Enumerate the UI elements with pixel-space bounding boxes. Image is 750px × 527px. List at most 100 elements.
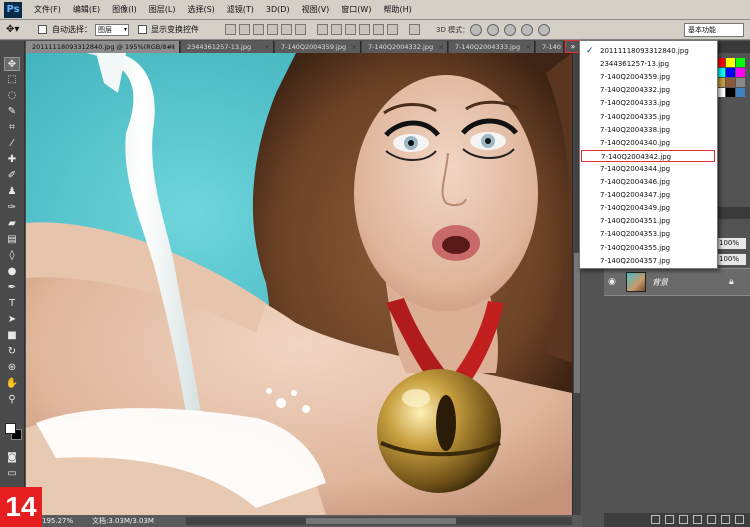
menu-item[interactable]: 图层(L)	[143, 0, 182, 20]
3d-slide-icon[interactable]	[521, 24, 533, 36]
document-list-item[interactable]: 7-140Q2004351.jpg	[600, 215, 714, 227]
layer-mask-icon[interactable]	[679, 515, 688, 524]
document-list-item[interactable]: 7-140Q2004338.jpg	[600, 124, 714, 136]
screen-mode-icon[interactable]: ▭	[4, 467, 20, 481]
eye-icon[interactable]: ◉	[608, 276, 620, 288]
swatch-black[interactable]	[726, 88, 735, 97]
menu-item[interactable]: 图像(I)	[106, 0, 143, 20]
document-list-item[interactable]: 7-140Q2004333.jpg	[600, 97, 714, 109]
tab-document-6[interactable]: 7-140	[536, 41, 564, 53]
document-list-item[interactable]: 7-140Q2004346.jpg	[600, 176, 714, 188]
distribute-bottom-icon[interactable]	[345, 24, 356, 35]
align-bottom-icon[interactable]	[253, 24, 264, 35]
document-list-item[interactable]: 7-140Q2004342.jpg	[581, 149, 715, 162]
pen-tool-icon[interactable]: ✒	[4, 281, 20, 295]
close-icon[interactable]: ×	[352, 41, 357, 53]
document-list-item[interactable]: 7-140Q2004353.jpg	[600, 228, 714, 240]
swatch-blue[interactable]	[726, 68, 735, 77]
document-list-item[interactable]: 7-140Q2004355.jpg	[600, 242, 714, 254]
history-brush-tool-icon[interactable]: ✑	[4, 201, 20, 215]
zoom-level[interactable]: 195.27%	[42, 515, 73, 527]
lasso-tool-icon[interactable]: ◌	[4, 89, 20, 103]
menu-item[interactable]: 视图(V)	[296, 0, 336, 20]
document-list-item[interactable]: 7-140Q2004357.jpg	[600, 255, 714, 267]
close-icon[interactable]: ×	[265, 41, 270, 53]
adjustment-layer-icon[interactable]	[693, 515, 702, 524]
document-list-item[interactable]: 20111118093312840.jpg	[600, 45, 714, 57]
eraser-tool-icon[interactable]: ▰	[4, 217, 20, 231]
blur-tool-icon[interactable]: ◊	[4, 249, 20, 263]
foreground-color-swatch[interactable]	[5, 423, 16, 434]
tab-document-1[interactable]: 20111118093312840.jpg @ 195%(RGB/8#) ×	[26, 41, 180, 53]
trash-icon[interactable]	[735, 515, 744, 524]
new-group-icon[interactable]	[707, 515, 716, 524]
move-tool-icon[interactable]: ✥▾	[6, 23, 26, 37]
quick-select-tool-icon[interactable]: ✎	[4, 105, 20, 119]
menu-item[interactable]: 选择(S)	[181, 0, 220, 20]
close-icon[interactable]: ×	[526, 41, 531, 53]
path-select-tool-icon[interactable]: ➤	[4, 313, 20, 327]
document-list-item[interactable]: 7-140Q2004340.jpg	[600, 137, 714, 149]
layer-row[interactable]: ◉ 背景 🔒︎	[604, 268, 750, 296]
swatch-magenta[interactable]	[736, 68, 745, 77]
document-list-item[interactable]: 7-140Q2004359.jpg	[600, 71, 714, 83]
document-list-item[interactable]: 7-140Q2004335.jpg	[600, 111, 714, 123]
canvas-horizontal-scrollbar[interactable]	[186, 517, 572, 525]
tab-document-4[interactable]: 7-140Q2004332.jpg ×	[362, 41, 448, 53]
fill-field[interactable]: 100%	[716, 254, 746, 265]
zoom-tool-icon[interactable]: ⚲	[4, 393, 20, 407]
auto-select-dropdown[interactable]: 图层 ▾	[95, 24, 129, 36]
layer-style-icon[interactable]	[665, 515, 674, 524]
dodge-tool-icon[interactable]: ●	[4, 265, 20, 279]
document-list-item[interactable]: 7-140Q2004347.jpg	[600, 189, 714, 201]
scroll-thumb[interactable]	[306, 518, 456, 524]
link-layers-icon[interactable]	[651, 515, 660, 524]
gradient-tool-icon[interactable]: ▤	[4, 233, 20, 247]
3d-pan-icon[interactable]	[504, 24, 516, 36]
swatch-brown[interactable]	[726, 78, 735, 87]
tab-document-5[interactable]: 7-140Q2004333.jpg ×	[449, 41, 535, 53]
swatch-yellow[interactable]	[726, 58, 735, 67]
quick-mask-icon[interactable]: ◙	[4, 451, 20, 465]
align-left-icon[interactable]	[267, 24, 278, 35]
scroll-thumb[interactable]	[574, 253, 580, 393]
opacity-field[interactable]: 100%	[716, 238, 746, 249]
clone-stamp-tool-icon[interactable]: ♟	[4, 185, 20, 199]
align-vcenter-icon[interactable]	[239, 24, 250, 35]
3d-scale-icon[interactable]	[538, 24, 550, 36]
menu-item[interactable]: 编辑(E)	[67, 0, 106, 20]
crop-tool-icon[interactable]: ⌗	[4, 121, 20, 135]
align-right-icon[interactable]	[295, 24, 306, 35]
auto-select-checkbox[interactable]	[38, 25, 47, 34]
distribute-top-icon[interactable]	[317, 24, 328, 35]
marquee-tool-icon[interactable]: ⬚	[4, 73, 20, 87]
shape-tool-icon[interactable]: ■	[4, 329, 20, 343]
3d-rotate-tool-icon[interactable]: ↻	[4, 345, 20, 359]
auto-align-icon[interactable]	[409, 24, 420, 35]
tab-document-2[interactable]: 2344361257-13.jpg ×	[181, 41, 274, 53]
workspace-switcher[interactable]: 基本功能	[684, 23, 744, 37]
3d-orbit-tool-icon[interactable]: ⊛	[4, 361, 20, 375]
menu-item[interactable]: 窗口(W)	[335, 0, 377, 20]
document-list-item[interactable]: 2344361257-13.jpg	[600, 58, 714, 70]
document-list-item[interactable]: 7-140Q2004349.jpg	[600, 202, 714, 214]
document-list-item[interactable]: 7-140Q2004344.jpg	[600, 163, 714, 175]
distribute-right-icon[interactable]	[387, 24, 398, 35]
distribute-left-icon[interactable]	[359, 24, 370, 35]
menu-item[interactable]: 帮助(H)	[377, 0, 417, 20]
swatch-steel[interactable]	[736, 88, 745, 97]
swatch-gray[interactable]	[736, 78, 745, 87]
3d-roll-icon[interactable]	[487, 24, 499, 36]
align-top-icon[interactable]	[225, 24, 236, 35]
menu-item[interactable]: 滤镜(T)	[221, 0, 260, 20]
align-hcenter-icon[interactable]	[281, 24, 292, 35]
brush-tool-icon[interactable]: ✐	[4, 169, 20, 183]
eyedropper-tool-icon[interactable]: ⁄	[4, 137, 20, 151]
type-tool-icon[interactable]: T	[4, 297, 20, 311]
show-transform-checkbox[interactable]	[138, 25, 147, 34]
close-icon[interactable]: ×	[171, 41, 176, 53]
distribute-hcenter-icon[interactable]	[373, 24, 384, 35]
move-tool-icon[interactable]: ✥	[4, 57, 20, 71]
menu-item[interactable]: 文件(F)	[28, 0, 67, 20]
distribute-vcenter-icon[interactable]	[331, 24, 342, 35]
